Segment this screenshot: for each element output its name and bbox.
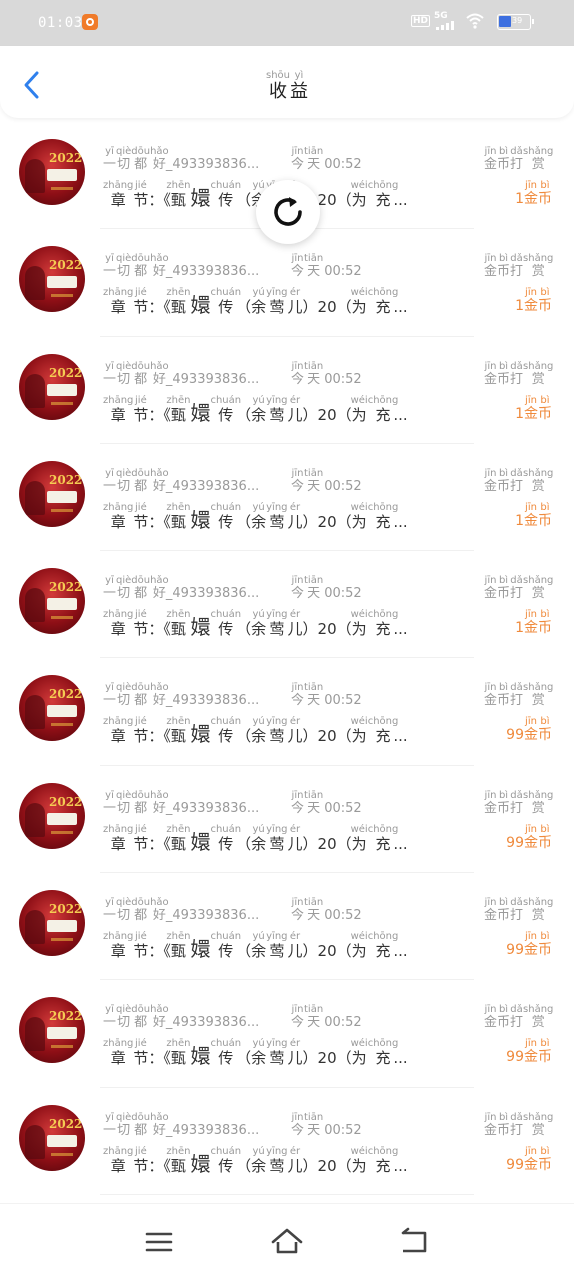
avatar[interactable]: 2022 — [19, 353, 85, 420]
reward-amount: 1金jīn币bì — [515, 609, 552, 637]
refresh-icon — [274, 197, 302, 226]
nav-home-button[interactable] — [269, 1224, 305, 1260]
hd-icon: HD — [411, 15, 431, 27]
nav-menu-button[interactable] — [141, 1224, 177, 1260]
reward-list: 2022 一yī切qiè都dōu好hǎo_493393836... 今jīn天tiā… — [0, 122, 574, 1196]
battery-icon: 39 — [497, 14, 534, 30]
avatar[interactable]: 2022 — [19, 782, 85, 849]
reward-type-label: 金jīn币bì打dǎ赏shǎng — [484, 253, 554, 280]
item-chapter: 章zhāng节jié：《甄zhēn嬛传chuán（余yú莺yīng儿ér）20（… — [103, 394, 408, 425]
avatar[interactable]: 2022 — [19, 568, 85, 635]
reward-amount: 99金jīn币bì — [506, 716, 552, 744]
reward-item[interactable]: 2022 一yī切qiè都dōu好hǎo_493393836... 今jīn天tiā… — [0, 980, 574, 1088]
reward-amount: 99金jīn币bì — [506, 1145, 552, 1173]
reward-item[interactable]: 2022 一yī切qiè都dōu好hǎo_493393836... 今jīn天tiā… — [0, 873, 574, 981]
item-username: 一yī切qiè都dōu好hǎo_493393836... 今jīn天tiān 00… — [103, 897, 362, 924]
reward-type-label: 金jīn币bì打dǎ赏shǎng — [484, 682, 554, 709]
item-chapter: 章zhāng节jié：《甄zhēn嬛传chuán（余yú莺yīng儿ér）20（… — [103, 1145, 408, 1176]
item-username: 一yī切qiè都dōu好hǎo_493393836... 今jīn天tiān 00… — [103, 253, 362, 280]
back-icon — [401, 1227, 427, 1253]
status-bar: 01:03 HD 5G 39 — [0, 0, 574, 46]
page-title-text: 收shōu益yì — [265, 70, 308, 102]
item-chapter: 章zhāng节jié：《甄zhēn嬛传chuán（余yú莺yīng儿ér）20（… — [103, 180, 408, 210]
item-username: 一yī切qiè都dōu好hǎo_493393836... 今jīn天tiān 00… — [103, 682, 362, 709]
reward-item[interactable]: 2022 一yī切qiè都dōu好hǎo_493393836... 今jīn天tiā… — [0, 229, 574, 337]
item-username: 一yī切qiè都dōu好hǎo_493393836... 今jīn天tiān 00… — [103, 146, 362, 172]
item-chapter: 章zhāng节jié：《甄zhēn嬛传chuán（余yú莺yīng儿ér）20（… — [103, 823, 408, 854]
reward-item[interactable]: 2022 一yī切qiè都dōu好hǎo_493393836... 今jīn天tiā… — [0, 551, 574, 659]
page-title: 收shōu益yì — [0, 70, 574, 103]
reward-item[interactable]: 2022 一yī切qiè都dōu好hǎo_493393836... 今jīn天tiā… — [0, 1088, 574, 1196]
reward-amount: 1金jīn币bì — [515, 394, 552, 422]
item-time: 今jīn天tiān 00:52 — [291, 575, 362, 602]
item-chapter: 章zhāng节jié：《甄zhēn嬛传chuán（余yú莺yīng儿ér）20（… — [103, 501, 408, 532]
reward-amount: 99金jīn币bì — [506, 823, 552, 851]
item-time: 今jīn天tiān 00:52 — [291, 146, 362, 172]
reward-type-label: 金jīn币bì打dǎ赏shǎng — [484, 467, 554, 494]
signal-icon — [436, 20, 454, 30]
item-username: 一yī切qiè都dōu好hǎo_493393836... 今jīn天tiān 00… — [103, 467, 362, 494]
app-notification-icon — [82, 14, 98, 30]
battery-level: 39 — [512, 16, 523, 25]
reward-item[interactable]: 2022 一yī切qiè都dōu好hǎo_493393836... 今jīn天tiā… — [0, 766, 574, 874]
item-username: 一yī切qiè都dōu好hǎo_493393836... 今jīn天tiān 00… — [103, 1111, 362, 1138]
avatar[interactable]: 2022 — [19, 139, 85, 205]
nav-back-button[interactable] — [396, 1224, 432, 1260]
reward-type-label: 金jīn币bì打dǎ赏shǎng — [484, 1004, 554, 1031]
reward-type-label: 金jīn币bì打dǎ赏shǎng — [484, 1111, 554, 1138]
status-time: 01:03 — [38, 15, 83, 31]
avatar[interactable]: 2022 — [19, 675, 85, 742]
reward-amount: 1金jīn币bì — [515, 287, 552, 315]
reward-type-label: 金jīn币bì打dǎ赏shǎng — [484, 360, 554, 387]
item-time: 今jīn天tiān 00:52 — [291, 360, 362, 387]
item-username: 一yī切qiè都dōu好hǎo_493393836... 今jīn天tiān 00… — [103, 360, 362, 387]
header: 收shōu益yì — [0, 46, 574, 118]
item-chapter: 章zhāng节jié：《甄zhēn嬛传chuán（余yú莺yīng儿ér）20（… — [103, 716, 408, 747]
reward-item[interactable]: 2022 一yī切qiè都dōu好hǎo_493393836... 今jīn天tiā… — [0, 658, 574, 767]
reward-amount: 99金jīn币bì — [506, 931, 552, 959]
item-username: 一yī切qiè都dōu好hǎo_493393836... 今jīn天tiān 00… — [103, 1004, 362, 1031]
reward-amount: 1金jīn币bì — [515, 501, 552, 529]
home-icon — [271, 1228, 303, 1254]
reward-type-label: 金jīn币bì打dǎ赏shǎng — [484, 897, 554, 924]
reward-type-label: 金jīn币bì打dǎ赏shǎng — [484, 575, 554, 602]
item-time: 今jīn天tiān 00:52 — [291, 897, 362, 924]
menu-icon — [145, 1232, 173, 1252]
reward-type-label: 金jīn币bì打dǎ赏shǎng — [484, 146, 554, 172]
wifi-icon — [466, 12, 484, 30]
reward-item[interactable]: 2022 一yī切qiè都dōu好hǎo_493393836... 今jīn天tiā… — [0, 444, 574, 552]
avatar[interactable]: 2022 — [19, 246, 85, 313]
reward-amount: 99金jīn币bì — [506, 1038, 552, 1066]
item-chapter: 章zhāng节jié：《甄zhēn嬛传chuán（余yú莺yīng儿ér）20（… — [103, 287, 408, 318]
item-chapter: 章zhāng节jié：《甄zhēn嬛传chuán（余yú莺yīng儿ér）20（… — [103, 609, 408, 640]
item-chapter: 章zhāng节jié：《甄zhēn嬛传chuán（余yú莺yīng儿ér）20（… — [103, 931, 408, 962]
avatar[interactable]: 2022 — [19, 997, 85, 1064]
item-time: 今jīn天tiān 00:52 — [291, 1004, 362, 1031]
item-chapter: 章zhāng节jié：《甄zhēn嬛传chuán（余yú莺yīng儿ér）20（… — [103, 1038, 408, 1069]
avatar[interactable]: 2022 — [19, 1104, 85, 1171]
item-username: 一yī切qiè都dōu好hǎo_493393836... 今jīn天tiān 00… — [103, 575, 362, 602]
avatar[interactable]: 2022 — [19, 460, 85, 527]
item-time: 今jīn天tiān 00:52 — [291, 789, 362, 816]
avatar[interactable]: 2022 — [19, 890, 85, 957]
item-username: 一yī切qiè都dōu好hǎo_493393836... 今jīn天tiān 00… — [103, 789, 362, 816]
item-time: 今jīn天tiān 00:52 — [291, 253, 362, 280]
bottom-navigation — [0, 1203, 574, 1281]
item-time: 今jīn天tiān 00:52 — [291, 682, 362, 709]
reward-item[interactable]: 2022 一yī切qiè都dōu好hǎo_493393836... 今jīn天tiā… — [0, 337, 574, 445]
item-time: 今jīn天tiān 00:52 — [291, 1111, 362, 1138]
reward-type-label: 金jīn币bì打dǎ赏shǎng — [484, 789, 554, 816]
item-time: 今jīn天tiān 00:52 — [291, 467, 362, 494]
reward-amount: 1金jīn币bì — [515, 180, 552, 207]
refresh-button[interactable] — [256, 180, 320, 244]
